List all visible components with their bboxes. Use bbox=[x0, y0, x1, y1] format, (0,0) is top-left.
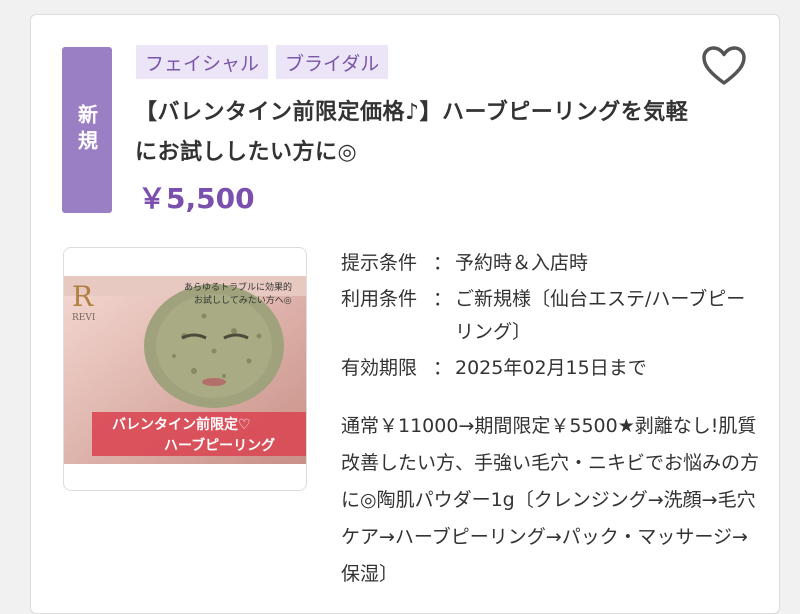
thumbnail-logo: REVI bbox=[72, 313, 96, 323]
thumbnail-banner-2: ハーブピーリング bbox=[164, 437, 275, 454]
condition-label: 利用条件 bbox=[341, 288, 418, 310]
thumbnail-banner-1: バレンタイン前限定♡ bbox=[112, 416, 251, 433]
tag-list: フェイシャル ブライダル bbox=[136, 45, 389, 79]
condition-label: 有効期限 bbox=[341, 357, 418, 379]
coupon-title[interactable]: 【バレンタイン前限定価格♪】ハーブピーリングを気軽にお試ししたい方に◎ bbox=[135, 93, 695, 173]
new-badge: 新規 bbox=[62, 47, 112, 213]
condition-presentation: 提示条件 ： 予約時＆入店時 bbox=[341, 247, 761, 280]
heart-icon[interactable] bbox=[701, 45, 747, 87]
svg-text:R: R bbox=[72, 280, 94, 313]
thumbnail-caption-2: お試ししてみたい方へ◎ bbox=[194, 294, 292, 306]
condition-expiry: 有効期限 ： 2025年02月15日まで bbox=[341, 352, 761, 385]
coupon-card[interactable]: 新規 フェイシャル ブライダル 【バレンタイン前限定価格♪】ハーブピーリングを気… bbox=[30, 14, 780, 614]
thumbnail-image: R REVI あらゆるトラブルに効果的 お試ししてみたい方へ◎ バレンタイン前限… bbox=[64, 276, 306, 464]
coupon-description: 通常￥11000→期間限定￥5500★剥離なし!肌質改善したい方、手強い毛穴・ニ… bbox=[341, 415, 760, 585]
coupon-price: ￥5,500 bbox=[138, 182, 255, 215]
coupon-conditions: 提示条件 ： 予約時＆入店時 利用条件 ： ご新規様〔仙台エステ/ハーブピーリン… bbox=[341, 247, 761, 385]
condition-value: 予約時＆入店時 bbox=[455, 252, 589, 274]
condition-label: 提示条件 bbox=[341, 252, 418, 274]
condition-value: ご新規様〔仙台エステ/ハーブピーリング〕 bbox=[455, 288, 746, 343]
condition-usage: 利用条件 ： ご新規様〔仙台エステ/ハーブピーリング〕 bbox=[341, 283, 761, 349]
coupon-thumbnail[interactable]: R REVI あらゆるトラブルに効果的 お試ししてみたい方へ◎ バレンタイン前限… bbox=[63, 247, 307, 491]
thumbnail-caption-1: あらゆるトラブルに効果的 bbox=[184, 281, 292, 293]
tag-facial: フェイシャル bbox=[136, 45, 269, 79]
tag-bridal: ブライダル bbox=[276, 45, 389, 79]
condition-value: 2025年02月15日まで bbox=[455, 357, 647, 379]
